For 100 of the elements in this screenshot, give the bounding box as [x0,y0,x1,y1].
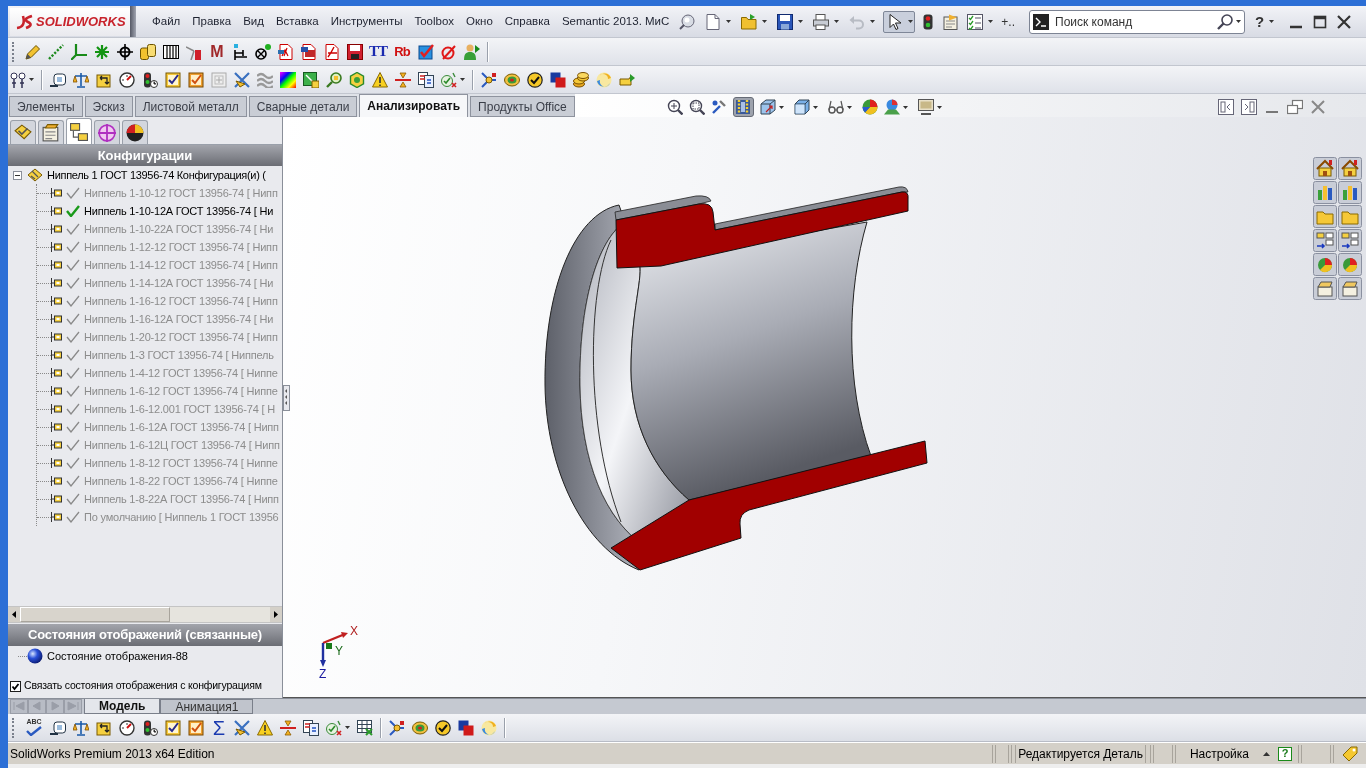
open-box-icon[interactable] [1313,277,1337,300]
checklist-icon[interactable] [188,719,204,736]
scroll-left-icon[interactable] [8,607,20,622]
tape-measure-icon[interactable] [50,71,66,88]
grid-icon[interactable] [163,43,179,60]
checklist-icon[interactable] [188,71,204,88]
spectrum-icon[interactable] [280,71,296,88]
cylinders-icon[interactable] [140,43,156,60]
open-folder-icon[interactable] [741,13,758,30]
document-icon[interactable] [324,43,340,60]
search-icon[interactable] [1217,13,1234,30]
caret-icon[interactable] [29,78,34,81]
warning-icon[interactable] [372,71,388,88]
check-cross-icon[interactable] [326,719,342,736]
zoom-to-fit-icon[interactable] [666,99,683,115]
caret-up-icon[interactable] [1263,751,1270,756]
command-tab[interactable]: Листовой металл [134,96,247,117]
target-icon[interactable] [412,719,428,736]
toolbar-button[interactable]: M [209,42,225,61]
caret-icon[interactable] [902,105,908,109]
stoplight-icon[interactable] [923,13,934,30]
overlapping-squares-icon[interactable] [550,71,566,88]
bottom-tab[interactable]: Анимация1 [160,699,254,714]
box-arrows-icon[interactable] [96,71,112,88]
scales-icon[interactable] [73,71,89,88]
splitter-handle-icon[interactable] [283,385,290,411]
caret-icon[interactable] [1236,20,1242,23]
caret-icon[interactable] [846,105,852,109]
compare-documents-icon[interactable] [303,719,319,736]
caret-icon[interactable] [460,78,465,81]
compare-documents-icon[interactable] [418,71,434,88]
checked-box-icon[interactable] [418,43,434,60]
view-orientation-icon[interactable] [759,99,776,115]
menu-item[interactable]: Инструменты [330,15,403,28]
search-input[interactable]: Поиск команд [1055,12,1215,31]
command-tab[interactable]: Сварные детали [248,96,358,117]
caret-icon[interactable] [798,20,804,23]
cross-arrows-icon[interactable] [234,719,250,736]
menu-item[interactable]: Файл [152,15,181,28]
display-state-item[interactable]: Состояние отображения-88 [47,647,188,665]
shaded-square-icon[interactable] [303,71,319,88]
gauge-icon[interactable] [119,71,135,88]
compress-arrows-icon[interactable] [280,719,296,736]
caret-icon[interactable] [936,105,942,109]
zoom-area-icon[interactable] [688,99,705,115]
tile-left-icon[interactable] [1218,99,1234,115]
caret-icon[interactable] [726,20,732,23]
box-arrows-icon[interactable] [96,719,112,736]
restore-icon[interactable] [1287,99,1303,115]
close-icon[interactable] [1336,13,1353,30]
stoplight-icon[interactable] [142,719,158,736]
swirl-ball-icon[interactable] [481,719,497,736]
cross-arrows-icon[interactable] [234,71,250,88]
command-tab[interactable]: Продукты Office [470,96,575,117]
menu-item[interactable]: Окно [466,15,493,28]
cube-icon[interactable] [793,99,810,115]
crossed-circle-icon[interactable] [255,43,271,60]
bottom-tab[interactable]: Модель [84,699,161,714]
dotted-line-icon[interactable] [48,43,64,60]
stoplight-icon[interactable] [142,71,158,88]
command-tab[interactable]: Эскиз [84,96,133,117]
check-circle-icon[interactable] [527,71,543,88]
command-tab[interactable]: Анализировать [359,94,469,117]
checkbox[interactable] [10,680,21,692]
overlapping-squares-icon[interactable] [458,719,474,736]
crosshair-icon[interactable] [117,43,133,60]
arrows-burst-icon[interactable] [481,71,497,88]
angle-mark-icon[interactable] [186,43,202,60]
home-icon[interactable] [1313,157,1337,180]
maximize-icon[interactable] [1312,13,1329,30]
toolbar-grip[interactable] [12,41,15,62]
units-label[interactable]: Настройка [1189,744,1249,763]
toolbar-button[interactable]: Rb [393,42,411,61]
scrollbar-thumb[interactable] [20,607,170,622]
caret-icon[interactable] [834,20,840,23]
open-box-icon[interactable] [1338,277,1362,300]
menu-item[interactable]: Справка [504,15,550,28]
task-list-icon[interactable] [967,13,984,30]
axes-icon[interactable] [71,43,87,60]
configuration-item[interactable]: Ниппель 1-10-12А ГОСТ 13956-74 [ Ни [84,202,274,220]
pins-icon[interactable] [10,71,26,88]
caret-icon[interactable] [762,20,768,23]
caret-icon[interactable] [345,726,350,729]
tape-measure-icon[interactable] [50,719,66,736]
command-tab[interactable]: Элементы [9,96,83,117]
lens-icon[interactable] [326,71,342,88]
scroll-right-icon[interactable] [270,607,282,622]
menu-item[interactable]: Вид [243,15,264,28]
table-icon[interactable] [357,719,373,736]
toolbar-grip[interactable] [12,717,15,738]
warning-icon[interactable] [257,719,273,736]
new-document-icon[interactable] [705,13,722,30]
hexagon-icon[interactable] [349,71,365,88]
caret-icon[interactable] [1269,20,1275,23]
document-icon[interactable] [278,43,294,60]
swirl-ball-icon[interactable] [596,71,612,88]
check-icon[interactable] [26,725,42,736]
home-icon[interactable] [1338,157,1362,180]
magnifier-icon[interactable] [679,13,696,30]
scene-icon[interactable] [883,99,900,115]
